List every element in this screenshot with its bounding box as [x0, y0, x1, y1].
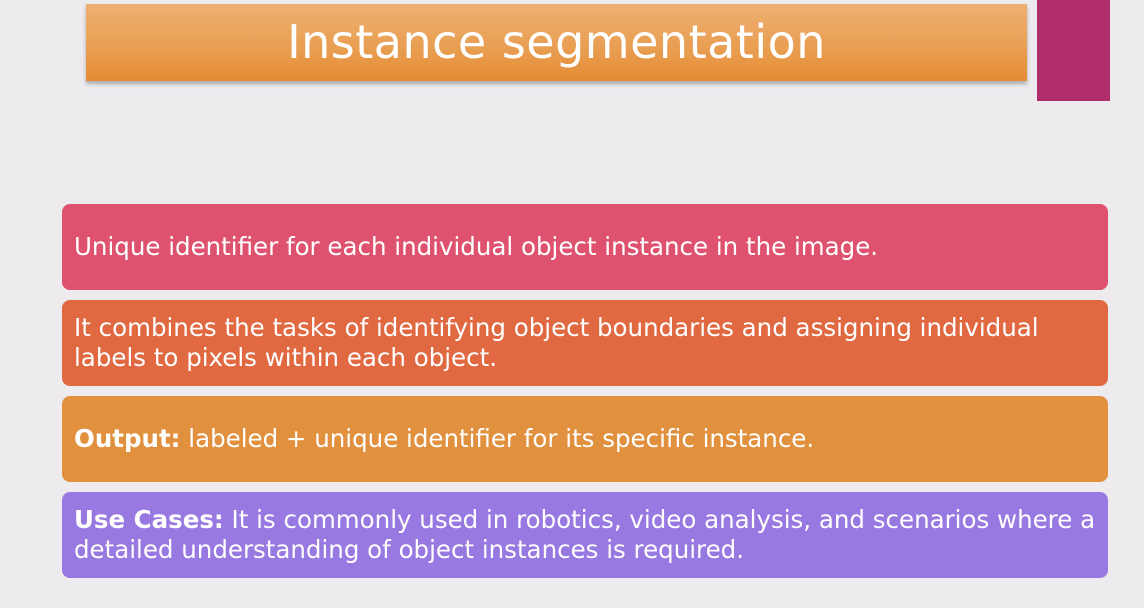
- content-box-text: Use Cases: It is commonly used in roboti…: [74, 505, 1096, 565]
- title-bar: Instance segmentation: [86, 4, 1027, 81]
- content-box-unique-identifier: Unique identifier for each individual ob…: [62, 204, 1108, 290]
- content-box-output: Output: labeled + unique identifier for …: [62, 396, 1108, 482]
- content-box-body: It is commonly used in robotics, video a…: [74, 505, 1096, 564]
- content-box-label: Output:: [74, 424, 181, 453]
- slide: Instance segmentation Unique identifier …: [0, 0, 1144, 608]
- content-box-use-cases: Use Cases: It is commonly used in roboti…: [62, 492, 1108, 578]
- content-box-label: Use Cases:: [74, 505, 224, 534]
- content-box-body: Unique identifier for each individual ob…: [74, 232, 879, 261]
- content-box-combines-tasks: It combines the tasks of identifying obj…: [62, 300, 1108, 386]
- slide-title: Instance segmentation: [287, 14, 826, 69]
- content-box-text: It combines the tasks of identifying obj…: [74, 313, 1096, 373]
- content-box-text: Unique identifier for each individual ob…: [74, 232, 878, 262]
- accent-block: [1037, 0, 1110, 101]
- content-box-body: labeled + unique identifier for its spec…: [180, 424, 815, 453]
- content-box-text: Output: labeled + unique identifier for …: [74, 424, 814, 454]
- content-box-body: It combines the tasks of identifying obj…: [74, 313, 1039, 372]
